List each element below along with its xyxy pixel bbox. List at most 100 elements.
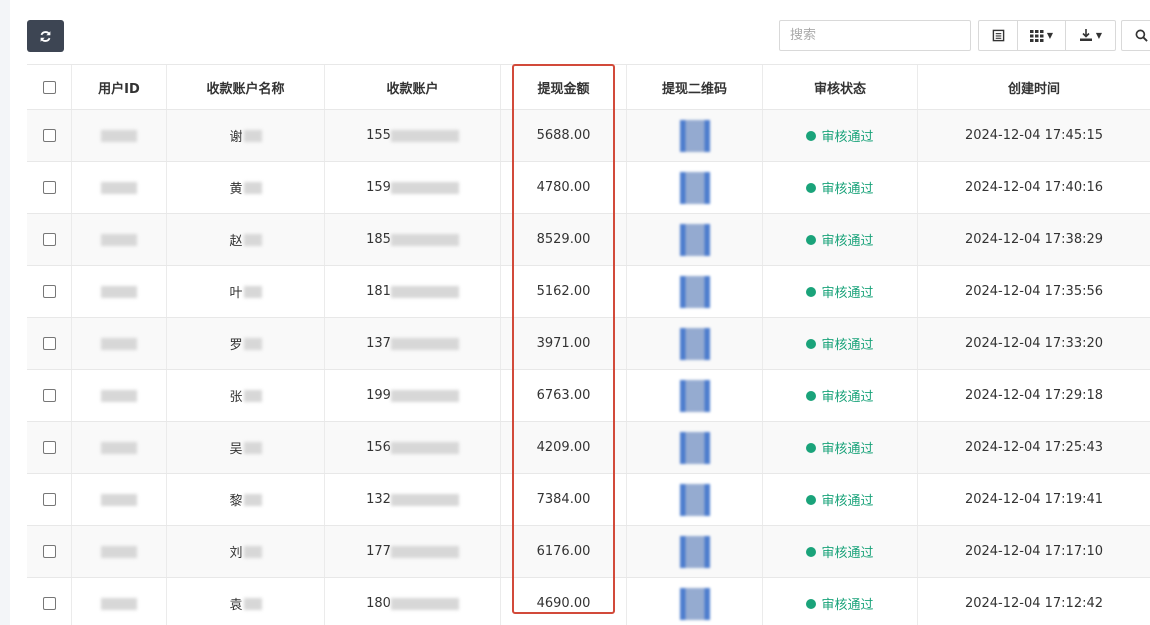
status-badge: 审核通过 bbox=[806, 542, 874, 561]
account-cell: 181 bbox=[325, 266, 501, 317]
table-row[interactable]: 黄 159 4780.00 审核通过 2024-12-04 17:40:16 bbox=[27, 162, 1150, 214]
header-amount[interactable]: 提现金额 bbox=[501, 65, 627, 109]
refresh-icon bbox=[40, 30, 51, 42]
status-text: 审核通过 bbox=[821, 130, 874, 145]
qrcode-thumbnail[interactable] bbox=[679, 171, 710, 204]
qrcode-thumbnail[interactable] bbox=[679, 275, 710, 308]
account-name-cell: 谢 bbox=[167, 110, 325, 161]
table-row[interactable]: 谢 155 5688.00 审核通过 2024-12-04 17:45:15 bbox=[27, 110, 1150, 162]
amount-cell: 4209.00 bbox=[501, 422, 627, 473]
qrcode-thumbnail[interactable] bbox=[679, 379, 710, 412]
qrcode-cell bbox=[627, 474, 763, 525]
account-cell: 137 bbox=[325, 318, 501, 369]
row-checkbox[interactable] bbox=[42, 285, 56, 298]
row-checkbox[interactable] bbox=[42, 181, 56, 194]
redacted-name bbox=[243, 129, 262, 142]
created-time-cell: 2024-12-04 17:33:20 bbox=[964, 336, 1104, 351]
status-dot-icon bbox=[806, 598, 817, 609]
qrcode-thumbnail[interactable] bbox=[679, 587, 710, 620]
account-prefix-text: 185 bbox=[366, 232, 391, 247]
table-row[interactable]: 刘 177 6176.00 审核通过 2024-12-04 17:17:10 bbox=[27, 526, 1150, 578]
refresh-button[interactable] bbox=[27, 20, 64, 52]
columns-icon bbox=[1029, 29, 1044, 42]
redacted-account bbox=[390, 545, 459, 558]
user-id-cell bbox=[72, 110, 167, 161]
account-name-text: 吴 bbox=[229, 442, 243, 457]
qrcode-thumbnail[interactable] bbox=[679, 223, 710, 256]
account-name-cell: 黄 bbox=[167, 162, 325, 213]
redacted-name bbox=[243, 181, 262, 194]
table-row[interactable]: 张 199 6763.00 审核通过 2024-12-04 17:29:18 bbox=[27, 370, 1150, 422]
amount-cell: 5688.00 bbox=[501, 110, 627, 161]
account-name-cell: 罗 bbox=[167, 318, 325, 369]
table-row[interactable]: 叶 181 5162.00 审核通过 2024-12-04 17:35:56 bbox=[27, 266, 1150, 318]
header-account[interactable]: 收款账户 bbox=[325, 65, 501, 109]
row-checkbox[interactable] bbox=[42, 129, 56, 142]
table-row[interactable]: 吴 156 4209.00 审核通过 2024-12-04 17:25:43 bbox=[27, 422, 1150, 474]
amount-cell: 5162.00 bbox=[501, 266, 627, 317]
row-checkbox-cell bbox=[27, 214, 72, 265]
status-badge: 审核通过 bbox=[806, 594, 874, 613]
table-row[interactable]: 黎 132 7384.00 审核通过 2024-12-04 17:19:41 bbox=[27, 474, 1150, 526]
chevron-down-icon: ▼ bbox=[1095, 31, 1103, 40]
export-dropdown-button[interactable]: ▼ bbox=[1065, 20, 1116, 51]
account-name-text: 黄 bbox=[229, 182, 243, 197]
status-cell: 审核通过 bbox=[763, 578, 918, 625]
account-prefix-text: 155 bbox=[366, 128, 391, 143]
row-checkbox[interactable] bbox=[42, 337, 56, 350]
account-name-cell: 张 bbox=[167, 370, 325, 421]
qrcode-cell bbox=[627, 110, 763, 161]
search-input[interactable] bbox=[779, 20, 971, 51]
account-name-cell: 叶 bbox=[167, 266, 325, 317]
status-cell: 审核通过 bbox=[763, 162, 918, 213]
header-user-id[interactable]: 用户ID bbox=[72, 65, 167, 109]
row-checkbox-cell bbox=[27, 422, 72, 473]
status-text: 审核通过 bbox=[821, 546, 874, 561]
qrcode-thumbnail[interactable] bbox=[679, 431, 710, 464]
redacted-account bbox=[390, 129, 459, 142]
row-checkbox[interactable] bbox=[42, 493, 56, 506]
row-checkbox-cell bbox=[27, 370, 72, 421]
qrcode-cell bbox=[627, 214, 763, 265]
row-checkbox[interactable] bbox=[42, 389, 56, 402]
amount-cell: 4780.00 bbox=[501, 162, 627, 213]
row-checkbox[interactable] bbox=[42, 597, 56, 610]
search-button[interactable] bbox=[1121, 20, 1150, 51]
status-text: 审核通过 bbox=[821, 442, 874, 457]
redacted-user-id bbox=[101, 337, 137, 350]
redacted-name bbox=[243, 545, 262, 558]
status-dot-icon bbox=[806, 546, 817, 557]
toggle-view-button[interactable] bbox=[978, 20, 1018, 51]
row-checkbox[interactable] bbox=[42, 233, 56, 246]
amount-cell: 6763.00 bbox=[501, 370, 627, 421]
redacted-user-id bbox=[101, 285, 137, 298]
header-qrcode[interactable]: 提现二维码 bbox=[627, 65, 763, 109]
account-cell: 156 bbox=[325, 422, 501, 473]
table-row[interactable]: 袁 180 4690.00 审核通过 2024-12-04 17:12:42 bbox=[27, 578, 1150, 625]
columns-dropdown-button[interactable]: ▼ bbox=[1017, 20, 1066, 51]
header-status[interactable]: 审核状态 bbox=[763, 65, 918, 109]
qrcode-thumbnail[interactable] bbox=[679, 327, 710, 360]
table-row[interactable]: 赵 185 8529.00 审核通过 2024-12-04 17:38:29 bbox=[27, 214, 1150, 266]
header-created-time[interactable]: 创建时间 bbox=[918, 65, 1150, 109]
qrcode-thumbnail[interactable] bbox=[679, 119, 710, 152]
status-cell: 审核通过 bbox=[763, 370, 918, 421]
select-all-checkbox[interactable] bbox=[42, 80, 56, 94]
table-row[interactable]: 罗 137 3971.00 审核通过 2024-12-04 17:33:20 bbox=[27, 318, 1150, 370]
qrcode-cell bbox=[627, 370, 763, 421]
redacted-user-id bbox=[101, 389, 137, 402]
redacted-user-id bbox=[101, 441, 137, 454]
status-cell: 审核通过 bbox=[763, 526, 918, 577]
header-account-name[interactable]: 收款账户名称 bbox=[167, 65, 325, 109]
status-text: 审核通过 bbox=[821, 598, 874, 613]
qrcode-cell bbox=[627, 162, 763, 213]
qrcode-thumbnail[interactable] bbox=[679, 535, 710, 568]
created-time-cell: 2024-12-04 17:40:16 bbox=[964, 180, 1104, 195]
redacted-user-id bbox=[101, 233, 137, 246]
amount-cell: 7384.00 bbox=[501, 474, 627, 525]
qrcode-thumbnail[interactable] bbox=[679, 483, 710, 516]
row-checkbox[interactable] bbox=[42, 441, 56, 454]
row-checkbox[interactable] bbox=[42, 545, 56, 558]
status-badge: 审核通过 bbox=[806, 334, 874, 353]
redacted-name bbox=[243, 389, 262, 402]
